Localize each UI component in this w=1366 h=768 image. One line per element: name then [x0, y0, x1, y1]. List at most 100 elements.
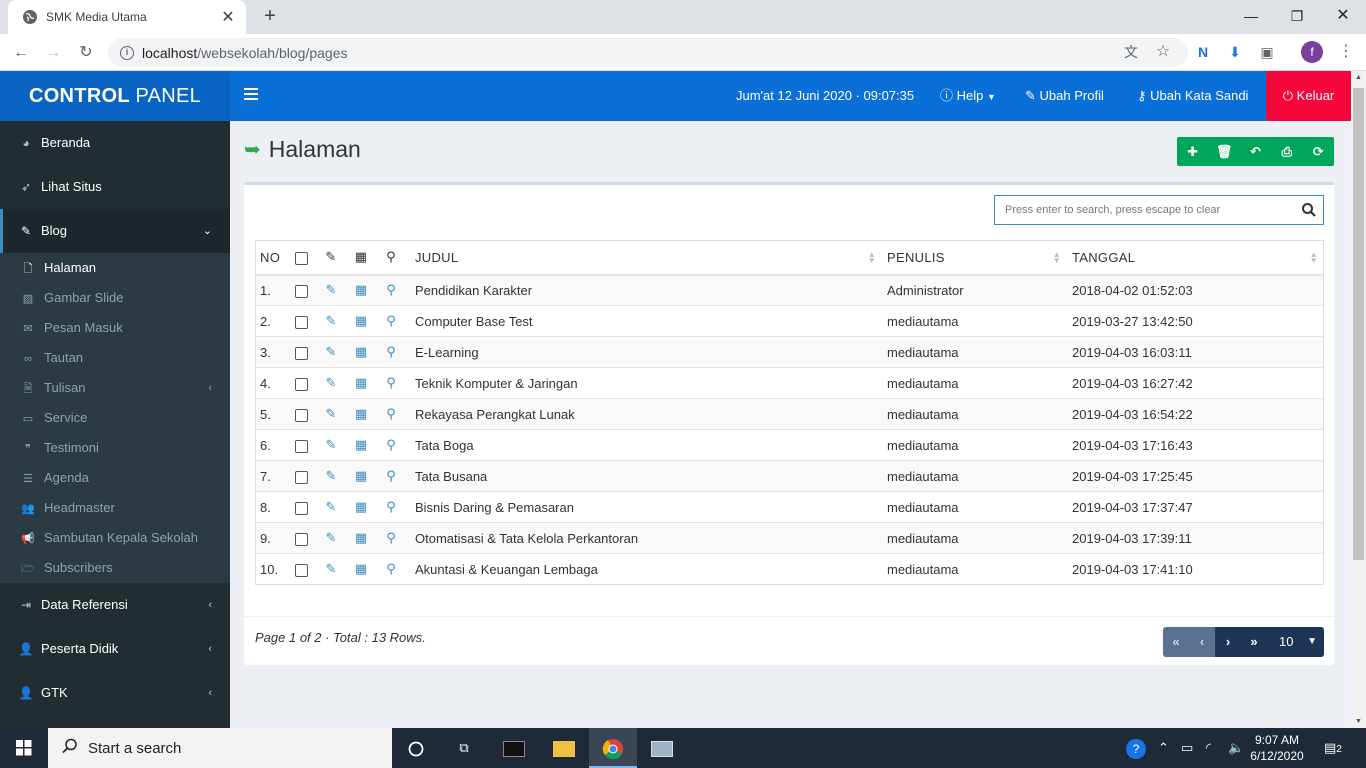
table-row[interactable]: 2. ✎ ▦ ⚲ Computer Base Test mediautama 2019-03… — [255, 305, 1324, 337]
battery-icon[interactable]: ▭ — [1181, 728, 1193, 768]
close-tab-icon[interactable]: ✕ — [220, 7, 236, 27]
first-page-button[interactable]: « — [1163, 627, 1189, 657]
calendar-icon[interactable]: ▦ — [355, 499, 367, 514]
chrome-app-icon[interactable] — [589, 728, 637, 768]
change-password-link[interactable]: ⚷ Ubah Kata Sandi — [1137, 71, 1248, 121]
table-row[interactable]: 1. ✎ ▦ ⚲ Pendidikan Karakter Administrator 201… — [255, 274, 1324, 306]
row-checkbox[interactable] — [294, 315, 308, 329]
edit-icon[interactable]: ✎ — [326, 561, 337, 576]
calendar-icon[interactable]: ▦ — [355, 530, 367, 545]
translate-icon[interactable]: 文 — [1121, 42, 1141, 62]
menu-kebab-icon[interactable]: ⋮ — [1336, 42, 1356, 62]
logout-button[interactable]: ⏻ Keluar — [1266, 71, 1351, 121]
row-checkbox[interactable] — [294, 470, 308, 484]
edit-profile-link[interactable]: ✎ Ubah Profil — [1025, 71, 1104, 121]
extension-n-icon[interactable]: N — [1193, 42, 1213, 62]
page-size-select[interactable]: 10 ▼ — [1267, 627, 1324, 657]
sidebar-subitem-tautan[interactable]: ∞ Tautan — [0, 343, 230, 373]
sidebar-subitem-sambutan[interactable]: 📢 Sambutan Kepala Sekolah — [0, 523, 230, 553]
sidebar-subitem-agenda[interactable]: ☰ Agenda — [0, 463, 230, 493]
restore-button[interactable]: ❐ — [1274, 0, 1320, 34]
sidebar-subitem-pesan-masuk[interactable]: ✉ Pesan Masuk — [0, 313, 230, 343]
edit-icon[interactable]: ✎ — [326, 530, 337, 545]
sidebar-subitem-service[interactable]: ▭ Service — [0, 403, 230, 433]
edit-icon[interactable]: ✎ — [326, 313, 337, 328]
calendar-icon[interactable]: ▦ — [355, 468, 367, 483]
table-row[interactable]: 6. ✎ ▦ ⚲ Tata Boga mediautama 2019-04-03 17:16… — [255, 429, 1324, 461]
sidebar-item-beranda[interactable]: ◕ Beranda — [0, 121, 230, 165]
edit-icon[interactable]: ✎ — [326, 437, 337, 452]
search-icon[interactable]: ⚲ — [386, 313, 396, 328]
table-row[interactable]: 5. ✎ ▦ ⚲ Rekayasa Perangkat Lunak mediautama 2… — [255, 398, 1324, 430]
terminal-app-icon[interactable] — [490, 728, 538, 768]
table-row[interactable]: 7. ✎ ▦ ⚲ Tata Busana mediautama 2019-04-03 17:… — [255, 460, 1324, 492]
search-icon[interactable]: ⚲ — [386, 282, 396, 297]
next-page-button[interactable]: › — [1215, 627, 1241, 657]
profile-avatar[interactable]: f — [1301, 41, 1323, 63]
restore-button[interactable]: ↶ — [1240, 137, 1271, 166]
row-checkbox[interactable] — [294, 501, 308, 515]
table-row[interactable]: 9. ✎ ▦ ⚲ Otomatisasi & Tata Kelola Perkantor… — [255, 522, 1324, 554]
new-tab-button[interactable]: + — [258, 5, 282, 29]
search-icon[interactable]: ⚲ — [386, 344, 396, 359]
table-row[interactable]: 3. ✎ ▦ ⚲ E-Learning mediautama 2019-04-03 16:0… — [255, 336, 1324, 368]
search-icon[interactable]: ⚲ — [386, 530, 396, 545]
page-scrollbar[interactable]: ▲ ▼ — [1351, 71, 1366, 728]
sidebar-subitem-gambar-slide[interactable]: ▨ Gambar Slide — [0, 283, 230, 313]
taskbar-search[interactable]: Start a search — [48, 728, 392, 768]
edit-icon[interactable]: ✎ — [326, 406, 337, 421]
search-icon[interactable]: ⚲ — [386, 437, 396, 452]
browser-tab[interactable]: SMK Media Utama ✕ — [8, 0, 246, 34]
search-icon[interactable]: ⚲ — [386, 561, 396, 576]
search-input[interactable] — [995, 196, 1291, 224]
volume-icon[interactable]: 🔈 — [1228, 728, 1244, 768]
scroll-down-icon[interactable]: ▼ — [1351, 718, 1366, 725]
column-header-judul[interactable]: JUDUL ▲ ▼ — [406, 240, 882, 276]
sidebar-subitem-headmaster[interactable]: 👥 Headmaster — [0, 493, 230, 523]
table-row[interactable]: 4. ✎ ▦ ⚲ Teknik Komputer & Jaringan mediautam… — [255, 367, 1324, 399]
calendar-icon[interactable]: ▦ — [355, 406, 367, 421]
select-all-checkbox[interactable] — [294, 251, 308, 265]
column-header-tanggal[interactable]: TANGGAL ▲ ▼ — [1067, 240, 1324, 276]
search-icon[interactable]: ⚲ — [386, 375, 396, 390]
table-row[interactable]: 8. ✎ ▦ ⚲ Bisnis Daring & Pemasaran mediautama… — [255, 491, 1324, 523]
calendar-icon[interactable]: ▦ — [355, 344, 367, 359]
refresh-button[interactable]: ⟳ — [1303, 137, 1334, 166]
table-row[interactable]: 10. ✎ ▦ ⚲ Akuntasi & Keuangan Lembaga mediaut… — [255, 553, 1324, 585]
minimize-button[interactable]: — — [1228, 0, 1274, 34]
cortana-icon[interactable] — [392, 728, 440, 768]
export-button[interactable]: ⎙ — [1271, 137, 1302, 166]
sidebar-item-gtk[interactable]: 👤 GTK ‹ — [0, 671, 230, 715]
row-checkbox[interactable] — [294, 284, 308, 298]
row-checkbox[interactable] — [294, 408, 308, 422]
system-monitor-icon[interactable] — [638, 728, 686, 768]
sidebar-item-blog[interactable]: ✎ Blog ⌄ — [0, 209, 230, 253]
bookmark-star-icon[interactable]: ☆ — [1153, 42, 1173, 62]
sidebar-item-lihat-situs[interactable]: ➶ Lihat Situs — [0, 165, 230, 209]
calendar-icon[interactable]: ▦ — [355, 282, 367, 297]
help-dropdown[interactable]: ⓘ Help ▼ — [940, 71, 996, 121]
sidebar-subitem-tulisan[interactable]: 🗎 Tulisan ‹ — [0, 373, 230, 403]
download-icon[interactable]: ⬇ — [1225, 42, 1245, 62]
sidebar-subitem-subscribers[interactable]: 🗁 Subscribers — [0, 553, 230, 583]
app-logo[interactable]: CONTROL PANEL — [0, 71, 230, 121]
reload-button[interactable]: ↻ — [73, 40, 99, 66]
delete-button[interactable]: 🗑 — [1208, 137, 1239, 166]
row-checkbox[interactable] — [294, 346, 308, 360]
search-icon[interactable]: ⚲ — [386, 406, 396, 421]
scroll-up-icon[interactable]: ▲ — [1351, 74, 1366, 81]
search-icon[interactable]: ⚲ — [386, 499, 396, 514]
back-button[interactable]: ← — [8, 40, 34, 66]
column-header-penulis[interactable]: PENULIS ▲ ▼ — [882, 240, 1067, 276]
sidebar-item-peserta-didik[interactable]: 👤 Peserta Didik ‹ — [0, 627, 230, 671]
task-view-icon[interactable]: ⧉ — [440, 728, 488, 768]
search-icon[interactable] — [1301, 202, 1317, 218]
row-checkbox[interactable] — [294, 439, 308, 453]
help-tray-icon[interactable]: ? — [1126, 728, 1146, 768]
edit-icon[interactable]: ✎ — [326, 499, 337, 514]
sidebar-subitem-testimoni[interactable]: ❞ Testimoni — [0, 433, 230, 463]
edit-icon[interactable]: ✎ — [326, 344, 337, 359]
forward-button[interactable]: → — [40, 40, 66, 66]
last-page-button[interactable]: » — [1241, 627, 1267, 657]
calendar-icon[interactable]: ▦ — [355, 437, 367, 452]
